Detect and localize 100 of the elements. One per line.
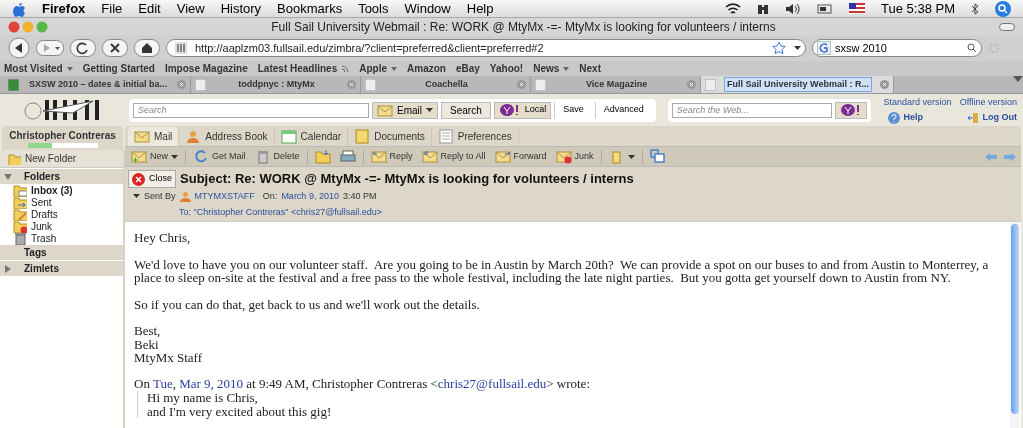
local-search-button[interactable]: Local — [493, 101, 552, 119]
folder-item[interactable]: Junk — [0, 220, 123, 232]
bookmark[interactable]: eBay — [455, 61, 480, 76]
g-letter-icon[interactable] — [817, 41, 831, 55]
link[interactable]: Offline version — [959, 95, 1017, 109]
apple-icon — [12, 0, 26, 17]
close-button[interactable]: Close — [128, 170, 176, 188]
app-menu[interactable]: Firefox — [42, 0, 86, 19]
site-logo-icon — [175, 42, 187, 54]
new-message-button[interactable]: New — [129, 148, 180, 165]
print-button[interactable] — [337, 148, 358, 165]
folder-item[interactable]: Sent — [0, 196, 123, 208]
web-search-field[interactable]: Search the Web... — [671, 102, 832, 118]
home-button[interactable] — [134, 39, 160, 57]
reply-button[interactable]: Reply — [368, 148, 415, 165]
link[interactable]: Standard version — [883, 95, 952, 109]
printer-icon — [339, 149, 356, 164]
app-tab[interactable]: Mail — [128, 127, 180, 146]
search-icon[interactable] — [995, 0, 1011, 17]
bluetooth-icon[interactable] — [971, 2, 979, 15]
search-field[interactable]: sxsw 2010 — [812, 39, 982, 57]
window-title: Full Sail University Webmail : Re: WORK @ MtyMx -=- MtyMx is looking for volunteers / interns — [270, 18, 777, 36]
star-icon[interactable] — [772, 41, 786, 55]
battery-icon[interactable] — [817, 3, 834, 14]
quoted-text: Hi my name is Chris, and I'm very excited about this gig! — [137, 391, 1001, 418]
envelope-icon — [421, 149, 438, 164]
close-icon[interactable] — [517, 80, 527, 89]
link[interactable]: Tue — [152, 375, 173, 391]
advanced-button[interactable]: Advanced — [594, 101, 652, 119]
bookmark[interactable]: Yahoo! — [489, 61, 524, 76]
folder-item[interactable]: Drafts — [0, 208, 123, 220]
menu-item[interactable]: History — [220, 0, 262, 19]
log-out-link[interactable]: Log Out — [966, 111, 1017, 125]
browser-tab[interactable]: Full Sail University Webmail : R... — [701, 76, 894, 93]
back-button[interactable] — [8, 37, 30, 59]
bookmark[interactable]: Most Visited — [4, 61, 73, 76]
bookmark[interactable]: Next — [579, 61, 601, 76]
close-icon — [132, 172, 145, 186]
forward-button[interactable] — [36, 39, 64, 57]
move-button[interactable] — [312, 148, 333, 165]
new-folder-button[interactable]: New Folder — [0, 150, 123, 168]
bookmark[interactable]: Apple — [359, 61, 398, 76]
detach-button[interactable] — [647, 148, 668, 165]
delete-button[interactable]: Delete — [252, 148, 302, 165]
bookmark[interactable]: News — [533, 61, 570, 76]
menu-item[interactable]: Help — [466, 0, 494, 19]
tab-list-icon[interactable] — [1013, 76, 1023, 84]
close-icon[interactable] — [8, 20, 20, 33]
bookmark[interactable]: Getting Started — [82, 61, 155, 76]
menu-item[interactable]: Tools — [358, 0, 389, 19]
section-header[interactable]: Tags — [0, 245, 123, 260]
search-button[interactable]: Search — [441, 101, 491, 119]
menu-item[interactable]: Bookmarks — [277, 0, 343, 19]
toolbar-toggle-icon[interactable] — [999, 22, 1015, 31]
close-icon[interactable] — [347, 80, 357, 89]
get-mail-button[interactable]: Get Mail — [191, 148, 248, 165]
folder-item[interactable]: Inbox (3) — [0, 184, 123, 196]
folder-icon — [8, 152, 21, 165]
refresh-icon — [193, 149, 209, 164]
junk-button[interactable]: Junk — [553, 148, 596, 165]
web-search-button[interactable] — [834, 101, 867, 119]
envelope-icon — [555, 149, 572, 164]
menu-item[interactable]: View — [176, 0, 205, 19]
folder-item[interactable]: Trash — [0, 232, 123, 244]
collapsed-icon[interactable] — [4, 264, 12, 273]
bookmark[interactable]: Latest Headlines — [257, 61, 350, 76]
expanded-icon[interactable] — [133, 194, 140, 199]
close-icon[interactable] — [879, 80, 889, 89]
envelope-icon — [494, 149, 511, 164]
section-header[interactable]: Folders — [0, 169, 123, 184]
close-icon[interactable] — [687, 80, 697, 89]
bookmark[interactable]: Impose Magazine — [164, 61, 248, 76]
search-icon[interactable] — [967, 43, 977, 53]
search-type-dropdown[interactable]: Email — [372, 101, 438, 119]
link[interactable]: Mar 9, 2010 — [179, 375, 244, 391]
close-icon[interactable] — [177, 80, 187, 89]
help-link[interactable]: Help — [887, 111, 924, 125]
caret-icon[interactable] — [794, 46, 801, 50]
flag-icon[interactable] — [849, 3, 866, 14]
search-field[interactable]: Search — [133, 102, 369, 118]
section-header[interactable]: Zimlets — [0, 261, 123, 276]
stop-button[interactable] — [102, 39, 128, 57]
date-link[interactable]: March 9, 2010 — [281, 189, 339, 204]
clock[interactable]: Tue 5:38 PM — [881, 0, 955, 19]
menu-item[interactable]: Window — [404, 0, 451, 19]
menu-item[interactable]: File — [101, 0, 123, 19]
save-button[interactable]: Save — [554, 101, 592, 119]
wifi-icon[interactable] — [725, 2, 742, 15]
address-bar[interactable]: http://aaplzm03.fullsail.edu/zimbra/?client=preferred&client=preferred#2 — [166, 39, 806, 57]
reply-all-button[interactable]: Reply to All — [419, 148, 488, 165]
quote-header-text: On — [134, 375, 151, 391]
link[interactable]: chris27@fullsail.edu — [437, 375, 547, 391]
caret-icon — [627, 154, 635, 159]
forward-button[interactable]: Forward — [492, 148, 549, 165]
reload-button[interactable] — [70, 39, 96, 57]
sender-link[interactable]: MTYMXSTAFF — [194, 189, 255, 204]
volume-icon[interactable] — [785, 2, 802, 15]
folder-icon — [314, 149, 331, 164]
bookmark[interactable]: Amazon — [407, 61, 446, 76]
menu-item[interactable]: Edit — [138, 0, 161, 19]
